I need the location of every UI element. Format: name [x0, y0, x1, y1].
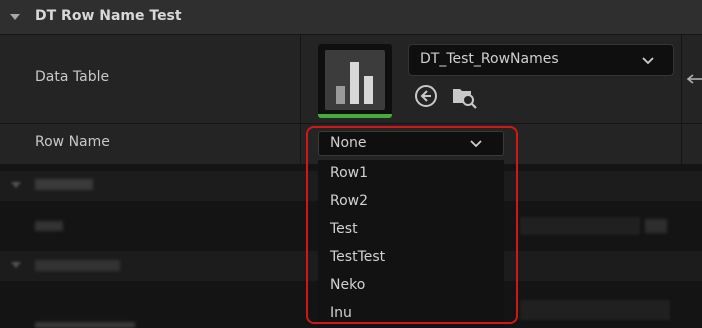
obscured-field: [520, 217, 640, 235]
obscured-text: [35, 221, 63, 231]
highlight-outline: [306, 126, 518, 324]
property-label-data-table: Data Table: [35, 69, 110, 85]
obscured-icon: [645, 219, 667, 233]
obscured-text: [35, 322, 135, 328]
asset-type-color-bar: [318, 114, 392, 118]
chevron-down-icon[interactable]: [8, 10, 22, 24]
browse-asset-icon[interactable]: [451, 83, 477, 109]
divider: [0, 34, 702, 35]
category-header[interactable]: DT Row Name Test: [0, 0, 702, 34]
asset-picker-combo[interactable]: DT_Test_RowNames: [408, 44, 674, 76]
chevron-down-icon: [642, 57, 654, 65]
bar-chart-icon: [336, 62, 373, 104]
column-splitter[interactable]: [681, 35, 682, 165]
column-splitter[interactable]: [300, 35, 301, 165]
chevron-down-icon: [11, 182, 21, 188]
asset-picker-value: DT_Test_RowNames: [420, 51, 559, 67]
obscured-field: [520, 300, 670, 320]
obscured-text: [35, 260, 120, 271]
property-label-row-name: Row Name: [35, 134, 110, 150]
divider: [0, 123, 702, 124]
chevron-down-icon: [11, 262, 21, 268]
category-title: DT Row Name Test: [35, 8, 182, 24]
use-selected-asset-icon[interactable]: [413, 83, 439, 109]
reset-to-default-icon[interactable]: [684, 70, 702, 88]
obscured-text: [35, 179, 93, 190]
